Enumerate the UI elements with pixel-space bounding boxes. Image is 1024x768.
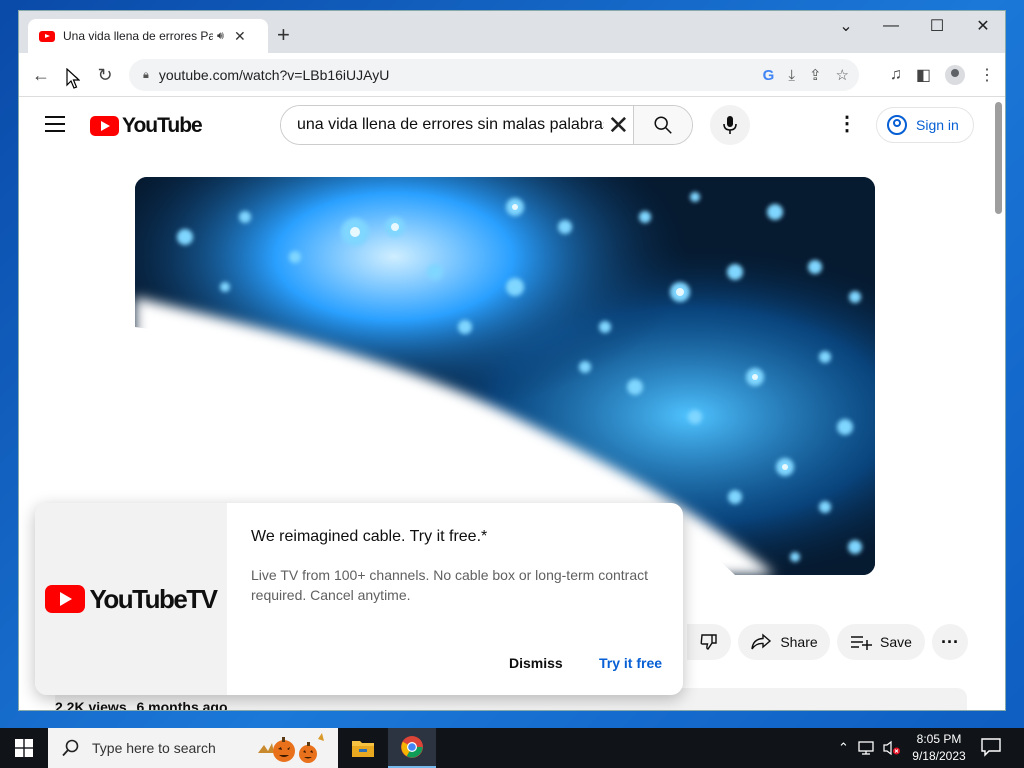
- clock-time: 8:05 PM: [916, 732, 962, 746]
- tab-strip: Una vida llena de errores Par 🔊︎ ✕ + ⌄ —…: [19, 11, 1005, 53]
- side-panel-icon[interactable]: ◧: [916, 65, 931, 85]
- dismiss-button[interactable]: Dismiss: [509, 655, 563, 671]
- sign-in-label: Sign in: [916, 117, 959, 133]
- browser-window: Una vida llena de errores Par 🔊︎ ✕ + ⌄ —…: [18, 10, 1006, 711]
- close-window-button[interactable]: ✕: [960, 11, 1005, 41]
- youtube-tv-logo: YouTubeTV: [45, 583, 218, 615]
- settings-more-icon[interactable]: ⋮: [837, 114, 857, 134]
- back-button[interactable]: ←: [27, 61, 55, 89]
- folder-icon: [352, 741, 374, 757]
- youtube-tv-promo: YouTubeTV We reimagined cable. Try it fr…: [35, 503, 683, 695]
- sign-in-button[interactable]: Sign in: [876, 107, 974, 143]
- notification-center-button[interactable]: [980, 736, 1002, 760]
- youtube-logo[interactable]: YouTube: [90, 114, 203, 138]
- maximize-button[interactable]: ☐: [914, 11, 960, 41]
- volume-muted-icon[interactable]: [883, 740, 901, 756]
- youtube-play-icon: [90, 116, 119, 136]
- page-scrollbar[interactable]: [992, 98, 1005, 710]
- new-tab-button[interactable]: +: [277, 24, 290, 46]
- address-url: youtube.com/watch?v=LBb16iUJAyU: [158, 67, 390, 83]
- youtube-tv-play-icon: [45, 585, 86, 613]
- file-explorer-button[interactable]: [339, 728, 387, 768]
- search-box: ✕: [280, 105, 693, 145]
- chrome-taskbar-button[interactable]: [388, 728, 436, 768]
- taskbar-clock[interactable]: 8:05 PM 9/18/2023: [904, 731, 974, 765]
- share-page-icon[interactable]: ⇪: [809, 66, 822, 84]
- playlist-add-icon: [851, 636, 873, 650]
- search-icon: [654, 116, 672, 134]
- hamburger-menu-icon[interactable]: [45, 116, 65, 132]
- chrome-icon: [401, 736, 423, 758]
- tab-search-chevron-icon[interactable]: ⌄: [823, 11, 869, 41]
- chrome-menu-icon[interactable]: ⋮: [979, 65, 995, 85]
- profile-avatar-icon[interactable]: [945, 65, 965, 85]
- youtube-header: YouTube ✕ ⋮ Sign in: [19, 98, 994, 154]
- halloween-pumpkins-icon: [257, 733, 324, 763]
- search-input[interactable]: [281, 106, 604, 144]
- taskbar-search-icon: [62, 739, 79, 757]
- windows-logo-icon: [15, 739, 33, 757]
- more-horizontal-icon: ···: [941, 631, 959, 652]
- address-bar[interactable]: 🔒︎ youtube.com/watch?v=LBb16iUJAyU G ⤓ ⇪…: [129, 59, 859, 91]
- tab-youtube[interactable]: Una vida llena de errores Par 🔊︎ ✕: [28, 19, 268, 53]
- taskbar-search-placeholder: Type here to search: [92, 740, 216, 756]
- share-arrow-icon: [751, 633, 772, 650]
- install-icon[interactable]: ⤓: [788, 67, 795, 84]
- notification-icon: [981, 738, 1001, 757]
- youtube-tv-logo-text: YouTubeTV: [89, 583, 218, 614]
- share-button[interactable]: Share: [738, 624, 830, 660]
- taskbar-search[interactable]: Type here to search: [48, 728, 338, 768]
- mouse-cursor-icon: [66, 68, 80, 89]
- close-tab-icon[interactable]: ✕: [234, 28, 246, 45]
- account-icon: [887, 115, 907, 135]
- promo-title: We reimagined cable. Try it free.*: [251, 528, 488, 545]
- lock-icon: 🔒︎: [143, 68, 149, 81]
- try-it-free-button[interactable]: Try it free: [599, 655, 662, 671]
- youtube-favicon-icon: [39, 30, 55, 42]
- save-button[interactable]: Save: [837, 624, 925, 660]
- dislike-button[interactable]: [687, 624, 731, 660]
- upload-age: 6 months ago: [136, 699, 228, 711]
- thumbs-down-icon: [700, 634, 717, 650]
- system-tray: ⌃: [838, 728, 901, 768]
- tab-title: Una vida llena de errores Par: [63, 29, 213, 43]
- search-button[interactable]: [633, 106, 692, 144]
- reload-button[interactable]: ↻: [91, 61, 119, 89]
- microphone-icon: [723, 116, 737, 134]
- network-icon[interactable]: [858, 741, 874, 755]
- voice-search-button[interactable]: [710, 105, 750, 145]
- save-label: Save: [880, 634, 912, 650]
- youtube-page: YouTube ✕ ⋮ Sign in: [19, 98, 994, 711]
- start-button[interactable]: [0, 728, 48, 768]
- media-control-icon[interactable]: ♫: [890, 66, 902, 84]
- clock-date: 9/18/2023: [912, 749, 966, 763]
- minimize-button[interactable]: —: [868, 11, 914, 41]
- google-translate-icon[interactable]: G: [763, 67, 775, 84]
- share-label: Share: [780, 634, 818, 650]
- promo-logo-panel: YouTubeTV: [35, 503, 227, 695]
- more-actions-button[interactable]: ···: [932, 624, 968, 660]
- speaker-icon[interactable]: 🔊︎: [217, 30, 224, 43]
- promo-body: Live TV from 100+ channels. No cable box…: [251, 567, 648, 603]
- show-hidden-icons-icon[interactable]: ⌃: [838, 740, 849, 756]
- youtube-logo-text: YouTube: [122, 114, 203, 137]
- bookmark-star-icon[interactable]: ☆: [836, 66, 849, 84]
- scrollbar-thumb[interactable]: [995, 102, 1002, 214]
- browser-toolbar: ← → ↻ 🔒︎ youtube.com/watch?v=LBb16iUJAyU…: [19, 53, 1005, 97]
- view-count: 2.2K views: [55, 699, 127, 711]
- windows-taskbar: Type here to search ⌃ 8:05 PM 9/18/2023: [0, 728, 1024, 768]
- clear-search-icon[interactable]: ✕: [604, 106, 633, 144]
